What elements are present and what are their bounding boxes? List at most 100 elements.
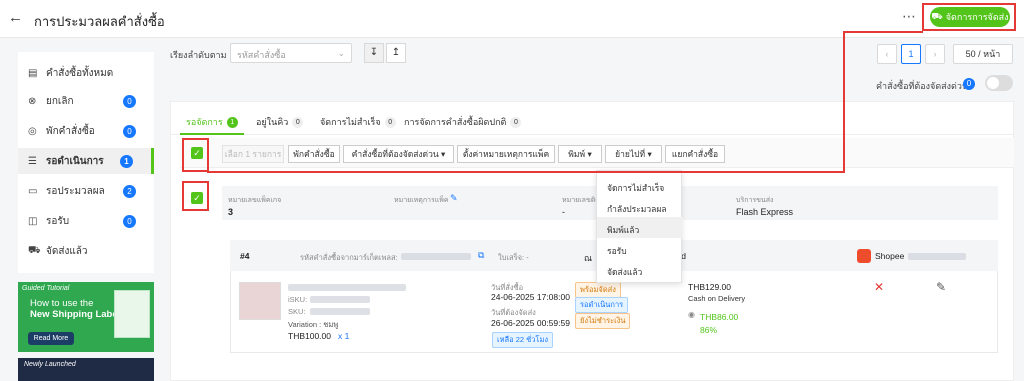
sidebar-item-shipped[interactable]: ⛟ จัดส่งแล้ว bbox=[18, 238, 154, 264]
redacted-marketplace-id bbox=[401, 253, 471, 260]
status-badge-pending: รอดำเนินการ bbox=[575, 297, 629, 313]
sort-ascending-icon[interactable]: ↥ bbox=[386, 43, 406, 63]
coins-icon: ◉ bbox=[688, 310, 695, 319]
tab-label: อยู่ในคิว bbox=[256, 117, 289, 127]
urgent-shipping-label: คำสั่งซื้อที่ต้องจัดส่งด่วน bbox=[351, 149, 439, 159]
caret-down-icon: ▾ bbox=[587, 149, 592, 159]
urgent-toggle[interactable] bbox=[985, 75, 1013, 91]
dropdown-item-printed[interactable]: พิมพ์แล้ว bbox=[597, 217, 683, 238]
count-badge: 0 bbox=[123, 94, 136, 108]
set-pack-note-button[interactable]: ตั้งค่าหมายเหตุการแพ็ค bbox=[457, 145, 555, 163]
sidebar-item-label: ยกเลิก bbox=[46, 95, 74, 107]
count-badge: 0 bbox=[123, 214, 136, 228]
page-title: การประมวลผลคำสั่งซื้อ bbox=[34, 14, 165, 29]
count-badge: 0 bbox=[123, 124, 136, 138]
sidebar-item-on-hold[interactable]: ◎ พักคำสั่งซื้อ 0 bbox=[18, 118, 154, 144]
tab-label: รอจัดการ bbox=[186, 117, 223, 127]
active-tab-indicator bbox=[180, 133, 244, 135]
cancel-circle-icon: ⊗ bbox=[28, 95, 37, 107]
print-button[interactable]: พิมพ์ ▾ bbox=[558, 145, 602, 163]
read-more-button[interactable]: Read More bbox=[28, 332, 74, 345]
unit-price: THB100.00 bbox=[288, 331, 331, 341]
tab-label: การจัดการคำสั่งซื้อผิดปกติ bbox=[404, 117, 507, 127]
sidebar-item-all-orders[interactable]: ▤ คำสั่งซื้อทั้งหมด bbox=[18, 60, 154, 86]
profit-value: THB86.00 bbox=[700, 312, 739, 322]
count-badge: 1 bbox=[120, 154, 133, 168]
shipping-label-tutorial-banner[interactable]: Guided Tutorial How to use the New Shipp… bbox=[18, 282, 154, 352]
edit-pencil-icon[interactable]: ✎ bbox=[450, 193, 458, 204]
per-page-select[interactable]: 50 / หน้า bbox=[953, 44, 1013, 64]
sidebar-item-awaiting-pickup[interactable]: ◫ รอรับ 0 bbox=[18, 208, 154, 234]
location-partial: ณ bbox=[584, 253, 592, 263]
platform-name: Shopee bbox=[875, 251, 905, 261]
quantity: x 1 bbox=[338, 331, 350, 341]
ship-by-date: 26-06-2025 00:59:59 bbox=[491, 318, 570, 328]
pager-current-page[interactable]: 1 bbox=[901, 44, 921, 64]
cancel-x-icon[interactable]: ✕ bbox=[874, 280, 884, 294]
marketplace-id-label: รหัสคำสั่งซื้อจากมาร์เก็ตเพลส: bbox=[300, 253, 398, 262]
selected-count-button: เลือก 1 รายการ bbox=[222, 145, 284, 163]
hold-order-button[interactable]: พักคำสั่งซื้อ bbox=[288, 145, 340, 163]
sidebar-item-label: รอประมวลผล bbox=[46, 185, 105, 197]
order-tabs: รอจัดการ 1 อยู่ในคิว 0 จัดการไม่สำเร็จ 0… bbox=[170, 105, 1014, 135]
status-badge-unpaid: ยังไม่ชำระเงิน bbox=[575, 313, 631, 329]
tab-count: 0 bbox=[292, 116, 304, 128]
payment-method: Cash on Delivery bbox=[688, 294, 746, 303]
edit-icon[interactable]: ✎ bbox=[936, 280, 946, 294]
sort-select[interactable]: รหัสคำสั่งซื้อ ⌄ bbox=[230, 43, 352, 63]
dropdown-item-failed[interactable]: จัดการไม่สำเร็จ bbox=[597, 175, 683, 196]
print-label: พิมพ์ bbox=[568, 149, 586, 159]
profit-percent: 86% bbox=[700, 325, 718, 335]
package-icon: ◫ bbox=[28, 215, 38, 227]
remaining-time-badge: เหลือ 22 ชั่วโมง bbox=[492, 332, 554, 348]
move-to-button[interactable]: ย้ายไปที่ ▾ bbox=[605, 145, 662, 163]
banner-tag: Guided Tutorial bbox=[22, 285, 70, 292]
pager-next-icon[interactable]: › bbox=[925, 44, 945, 64]
sidebar-item-pending[interactable]: ☰ รอดำเนินการ 1 bbox=[18, 148, 154, 174]
pager-prev-icon[interactable]: ‹ bbox=[877, 44, 897, 64]
tab-to-handle[interactable]: รอจัดการ 1 bbox=[186, 115, 238, 129]
urgent-shipping-button[interactable]: คำสั่งซื้อที่ต้องจัดส่งด่วน ▾ bbox=[343, 145, 454, 163]
newly-launched-banner[interactable]: Newly Launched bbox=[18, 358, 154, 381]
redacted-sku bbox=[310, 308, 370, 315]
pack-note-label: หมายเหตุการแพ็ค bbox=[394, 197, 449, 204]
carrier-label: บริการขนส่ง bbox=[736, 197, 774, 204]
order-total: THB129.00 bbox=[688, 282, 731, 292]
package-number: 3 bbox=[228, 207, 234, 217]
layers-icon: ☰ bbox=[28, 155, 37, 167]
status-badge-ready: พร้อมจัดส่ง bbox=[575, 282, 621, 298]
document-icon: ▭ bbox=[28, 185, 38, 197]
redacted-isku bbox=[310, 296, 370, 303]
highlight-connector bbox=[843, 31, 845, 173]
shopee-logo-icon bbox=[857, 249, 871, 263]
sidebar-item-label: คำสั่งซื้อทั้งหมด bbox=[46, 67, 114, 79]
highlight-connector bbox=[207, 171, 845, 173]
arrow-left-icon[interactable]: ← bbox=[8, 9, 23, 26]
sort-descending-icon[interactable]: ↧ bbox=[364, 43, 384, 63]
banner-line1: How to use the bbox=[30, 298, 94, 309]
count-badge: 2 bbox=[123, 184, 136, 198]
sidebar-item-processing[interactable]: ▭ รอประมวลผล 2 bbox=[18, 178, 154, 204]
highlight-package-checkbox bbox=[182, 181, 209, 211]
product-image[interactable] bbox=[239, 282, 281, 320]
carrier-value: Flash Express bbox=[736, 207, 794, 217]
banner-tag: Newly Launched bbox=[24, 361, 76, 368]
dropdown-item-processing[interactable]: กำลังประมวลผล bbox=[597, 196, 683, 217]
copy-icon[interactable]: ⧉ bbox=[478, 250, 484, 261]
caret-down-icon: ▾ bbox=[441, 149, 446, 159]
sidebar-item-cancelled[interactable]: ⊗ ยกเลิก 0 bbox=[18, 88, 154, 114]
sort-select-value: รหัสคำสั่งซื้อ bbox=[237, 50, 286, 60]
more-dots-icon[interactable]: ⋯ bbox=[902, 8, 917, 25]
tab-in-queue[interactable]: อยู่ในคิว 0 bbox=[256, 115, 304, 129]
tab-abnormal[interactable]: การจัดการคำสั่งซื้อผิดปกติ 0 bbox=[404, 115, 522, 129]
redacted-shop-name bbox=[908, 253, 966, 260]
urgent-count-badge: 0 bbox=[963, 78, 975, 90]
box-icon: ▤ bbox=[28, 67, 38, 79]
dropdown-item-shipped[interactable]: จัดส่งแล้ว bbox=[597, 259, 683, 280]
tab-failed[interactable]: จัดการไม่สำเร็จ 0 bbox=[320, 115, 396, 129]
dropdown-item-awaiting-pickup[interactable]: รอรับ bbox=[597, 238, 683, 259]
redacted-product-name bbox=[288, 284, 406, 291]
highlight-connector bbox=[843, 31, 923, 33]
move-to-label: ย้ายไปที่ bbox=[615, 149, 646, 159]
split-order-button[interactable]: แยกคำสั่งซื้อ bbox=[665, 145, 725, 163]
